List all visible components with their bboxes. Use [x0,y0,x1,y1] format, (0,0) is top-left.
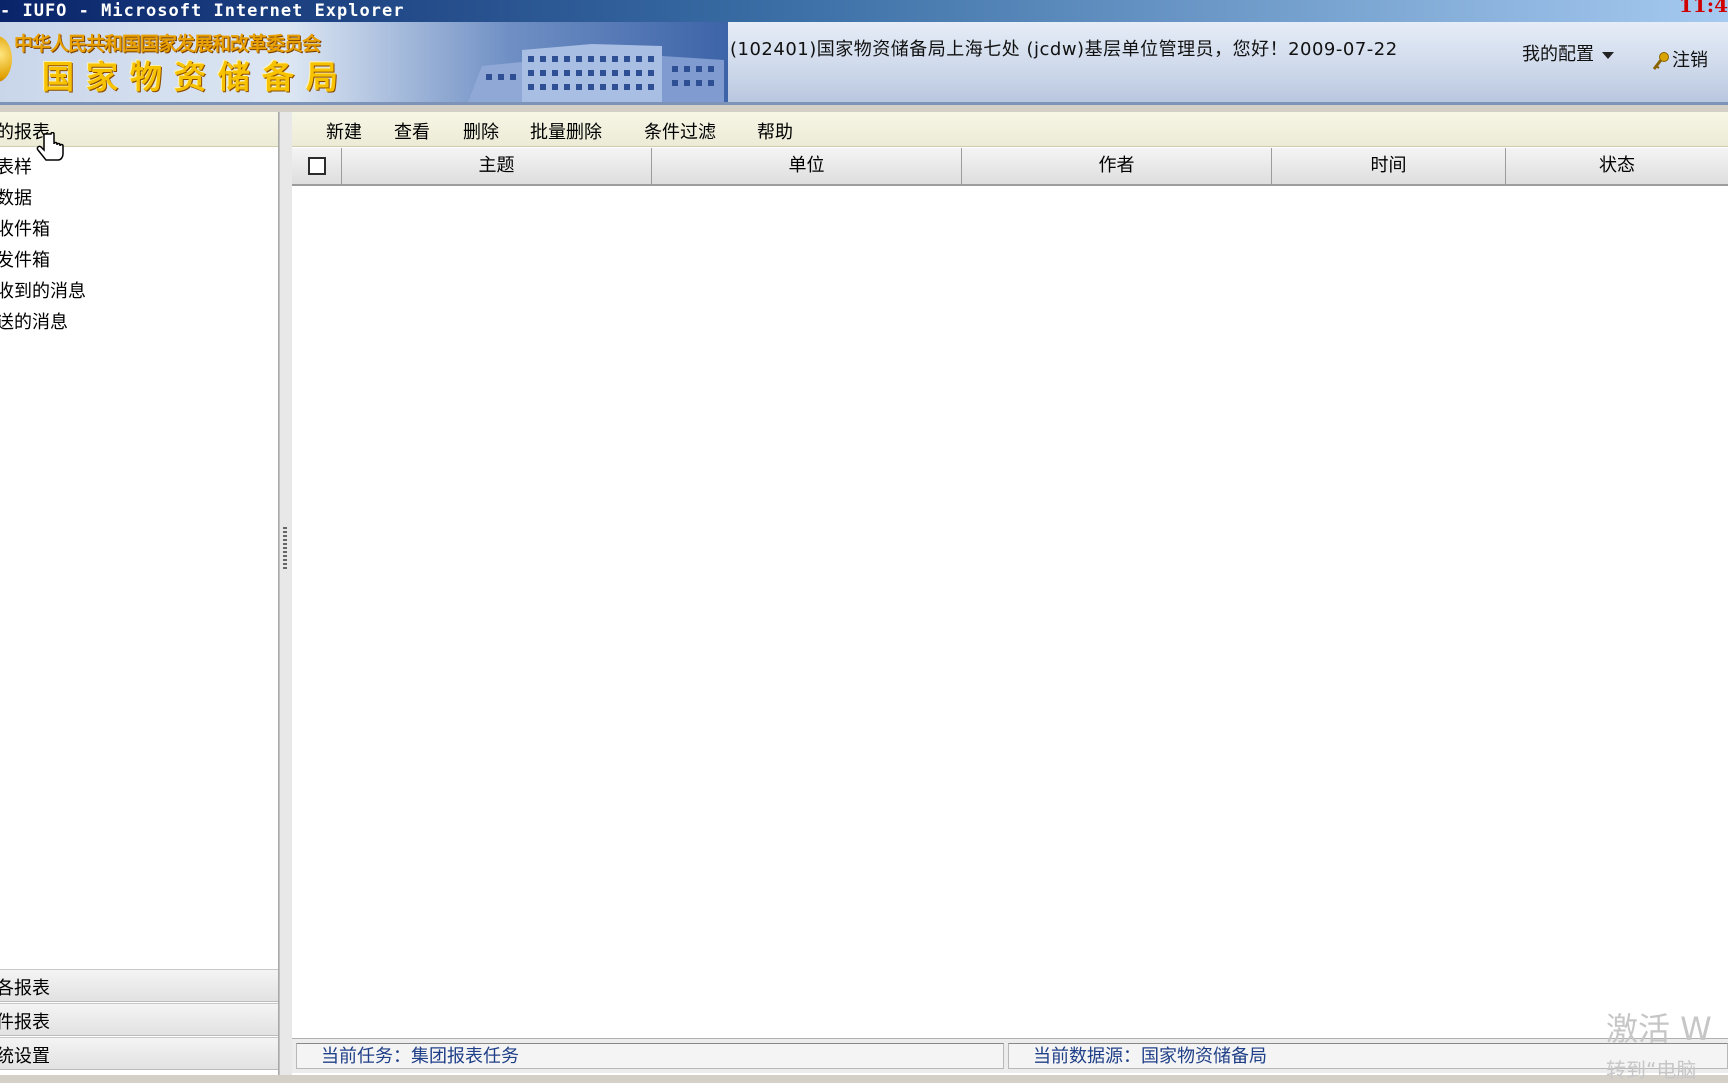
nav-item-received-messages[interactable]: 收到的消息 [0,276,86,307]
select-all-checkbox[interactable] [308,157,326,175]
table-body [292,186,1728,1046]
nav-group-reports-1[interactable]: 各报表 [0,969,278,1002]
chevron-down-icon [1602,51,1614,59]
select-all-cell [292,148,342,184]
view-button[interactable]: 查看 [394,118,430,144]
logout-link[interactable]: 注销 [1652,46,1708,72]
splitter-grip-icon[interactable] [283,527,287,569]
logo-banner: 中华人民共和国国家发展和改革委员会 国家物资储备局 [0,22,728,102]
my-config-label: 我的配置 [1522,44,1594,65]
nav-group-settings[interactable]: 统设置 [0,1037,278,1070]
nav-item-sample[interactable]: 表样 [0,152,86,183]
column-header-subject[interactable]: 主题 [342,148,652,184]
nav-group-label: 统设置 [0,1046,50,1067]
nav-list: 表样 数据 收件箱 发件箱 收到的消息 送的消息 [0,152,86,338]
watermark-line2: 转到“电脑 [1606,1058,1697,1082]
column-header-time[interactable]: 时间 [1272,148,1506,184]
help-button[interactable]: 帮助 [757,118,793,144]
app-header: 中华人民共和国国家发展和改革委员会 国家物资储备局 (102401)国家物资储备… [0,22,1728,105]
window-title-bar: - IUFO - Microsoft Internet Explorer 11:… [0,0,1728,22]
column-header-author[interactable]: 作者 [962,148,1272,184]
emblem-icon [0,36,12,82]
watermark-line1: 激活 W [1606,1010,1712,1048]
batch-delete-button[interactable]: 批量删除 [530,118,602,144]
window-title: - IUFO - Microsoft Internet Explorer [0,1,405,21]
main-content: 新建 查看 删除 批量删除 条件过滤 帮助 主题 单位 作者 时间 状态 当前任… [292,112,1728,1075]
building-image [468,44,724,102]
nav-item-inbox[interactable]: 收件箱 [0,214,86,245]
status-current-task: 当前任务：集团报表任务 [296,1043,1004,1069]
clock-overlay: 11:4 [1678,0,1728,17]
column-header-unit[interactable]: 单位 [652,148,962,184]
nav-group-label: 各报表 [0,978,50,999]
key-icon [1652,52,1669,70]
nav-item-data[interactable]: 数据 [0,183,86,214]
logout-label: 注销 [1672,50,1708,71]
filter-button[interactable]: 条件过滤 [644,118,716,144]
nav-item-sent-messages[interactable]: 送的消息 [0,307,86,338]
nav-item-outbox[interactable]: 发件箱 [0,245,86,276]
delete-button[interactable]: 删除 [463,118,499,144]
table-header: 主题 单位 作者 时间 状态 [292,148,1728,186]
toolbar: 新建 查看 删除 批量删除 条件过滤 帮助 [292,112,1728,147]
nav-group-reports-2[interactable]: 件报表 [0,1003,278,1036]
left-nav-panel: 的报表 表样 数据 收件箱 发件箱 收到的消息 送的消息 各报表 件报表 统设置 [0,112,279,1075]
status-bar: 当前任务：集团报表任务 当前数据源：国家物资储备局 [292,1038,1728,1073]
my-config-menu[interactable]: 我的配置 [1522,40,1614,66]
welcome-message: (102401)国家物资储备局上海七处 (jcdw)基层单位管理员，您好！200… [730,39,1398,60]
panel-splitter[interactable] [279,112,293,1075]
activation-watermark: 激活 W 转到“电脑 [1606,1004,1712,1083]
column-header-status[interactable]: 状态 [1506,148,1728,184]
logo-bureau-name: 国家物资储备局 [42,58,351,96]
new-button[interactable]: 新建 [326,118,362,144]
nav-group-label: 件报表 [0,1012,50,1033]
